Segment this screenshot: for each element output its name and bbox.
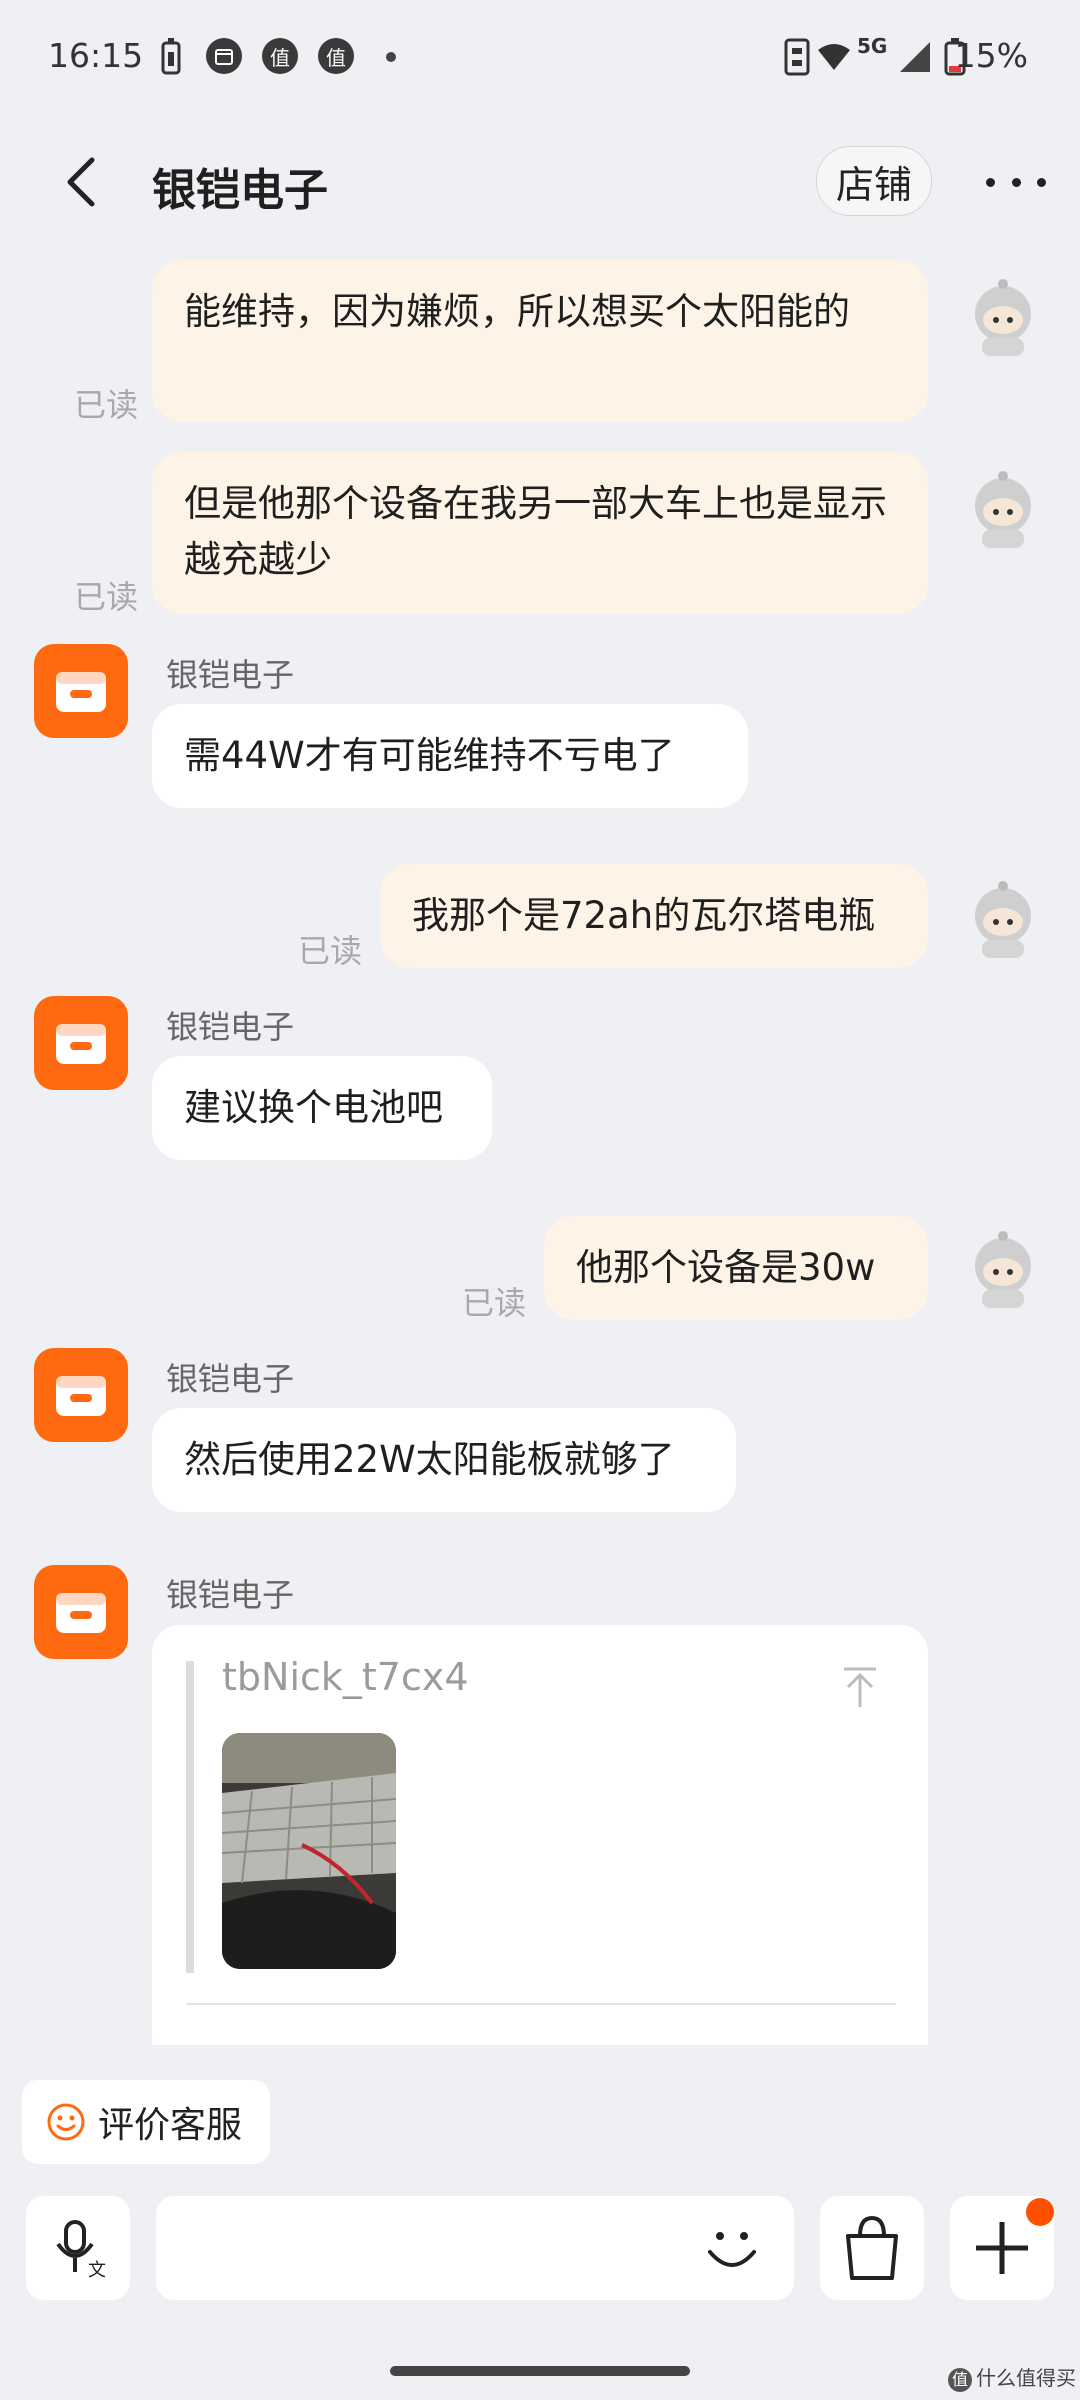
message-bubble[interactable]: 能维持，因为嫌烦，所以想买个太阳能的 bbox=[152, 260, 928, 422]
chat-title: 银铠电子 bbox=[152, 165, 328, 216]
shop-avatar-icon[interactable] bbox=[34, 644, 128, 738]
watermark-text: 什么值得买 bbox=[976, 2366, 1076, 2390]
shop-avatar-icon[interactable] bbox=[34, 1565, 128, 1659]
network-type: 5G bbox=[857, 34, 888, 58]
read-receipt: 已读 bbox=[74, 386, 139, 424]
store-button[interactable]: 店铺 bbox=[816, 146, 932, 216]
more-notifications-dot bbox=[386, 52, 396, 62]
back-arrow-icon[interactable] bbox=[56, 152, 112, 212]
user-avatar-icon[interactable] bbox=[962, 276, 1044, 358]
quoted-message-card[interactable]: tbNick_t7cx4 bbox=[152, 1625, 928, 2045]
input-bar: 文 bbox=[0, 2196, 1080, 2304]
message-bubble[interactable]: 他那个设备是30w bbox=[544, 1216, 928, 1320]
shop-avatar-icon[interactable] bbox=[34, 996, 128, 1090]
shopping-bag-icon bbox=[846, 2215, 898, 2280]
sender-name: 银铠电子 bbox=[166, 1576, 295, 1614]
rate-service-button[interactable]: 评价客服 bbox=[22, 2080, 270, 2164]
quoted-user-nick: tbNick_t7cx4 bbox=[222, 1655, 469, 1699]
sim-icon bbox=[784, 38, 810, 76]
emoji-icon[interactable] bbox=[702, 2218, 762, 2278]
read-receipt: 已读 bbox=[462, 1284, 527, 1322]
user-avatar-icon[interactable] bbox=[962, 878, 1044, 960]
rate-service-label: 评价客服 bbox=[98, 2105, 243, 2146]
status-time: 16:15 bbox=[48, 36, 144, 75]
zhi-app-icon-2: 值 bbox=[318, 38, 354, 74]
signal-icon bbox=[900, 42, 930, 72]
user-avatar-icon[interactable] bbox=[962, 468, 1044, 550]
message-bubble[interactable]: 但是他那个设备在我另一部大车上也是显示越充越少 bbox=[152, 452, 928, 614]
zhi-app-icon: 值 bbox=[262, 38, 298, 74]
sender-name: 银铠电子 bbox=[166, 656, 295, 694]
message-input[interactable] bbox=[156, 2196, 794, 2300]
voice-input-button[interactable]: 文 bbox=[26, 2196, 130, 2300]
status-bar: 16:15 值 值 5G 15% bbox=[0, 0, 1080, 112]
home-indicator[interactable] bbox=[390, 2366, 690, 2376]
card-divider bbox=[186, 2003, 896, 2005]
battery-saver-icon bbox=[161, 38, 181, 75]
message-bubble[interactable]: 我那个是72ah的瓦尔塔电瓶 bbox=[380, 864, 928, 968]
svg-text:文: 文 bbox=[88, 2260, 106, 2281]
watermark-icon: 值 bbox=[948, 2367, 972, 2392]
read-receipt: 已读 bbox=[298, 932, 363, 970]
message-bubble[interactable]: 然后使用22W太阳能板就够了 bbox=[152, 1408, 736, 1512]
sender-name: 银铠电子 bbox=[166, 1360, 295, 1398]
wifi-icon bbox=[818, 44, 850, 70]
chat-header: 银铠电子 店铺 bbox=[0, 112, 1080, 252]
calendar-icon bbox=[206, 38, 242, 74]
voice-input-icon: 文 bbox=[56, 2220, 106, 2281]
message-bubble[interactable]: 需44W才有可能维持不亏电了 bbox=[152, 704, 748, 808]
quote-bar bbox=[186, 1661, 194, 1973]
sender-name: 银铠电子 bbox=[166, 1008, 295, 1046]
smile-icon bbox=[47, 2103, 85, 2141]
battery-level: 15% bbox=[954, 36, 1028, 75]
photo-thumbnail[interactable] bbox=[222, 1733, 396, 1969]
scroll-top-icon[interactable] bbox=[842, 1665, 878, 1709]
notification-badge bbox=[1026, 2198, 1054, 2226]
more-icon[interactable] bbox=[986, 168, 1046, 196]
shop-avatar-icon[interactable] bbox=[34, 1348, 128, 1442]
product-button[interactable] bbox=[820, 2196, 924, 2300]
read-receipt: 已读 bbox=[74, 578, 139, 616]
user-avatar-icon[interactable] bbox=[962, 1228, 1044, 1310]
message-bubble[interactable]: 建议换个电池吧 bbox=[152, 1056, 492, 1160]
watermark: 值什么值得买 bbox=[948, 2362, 1076, 2392]
